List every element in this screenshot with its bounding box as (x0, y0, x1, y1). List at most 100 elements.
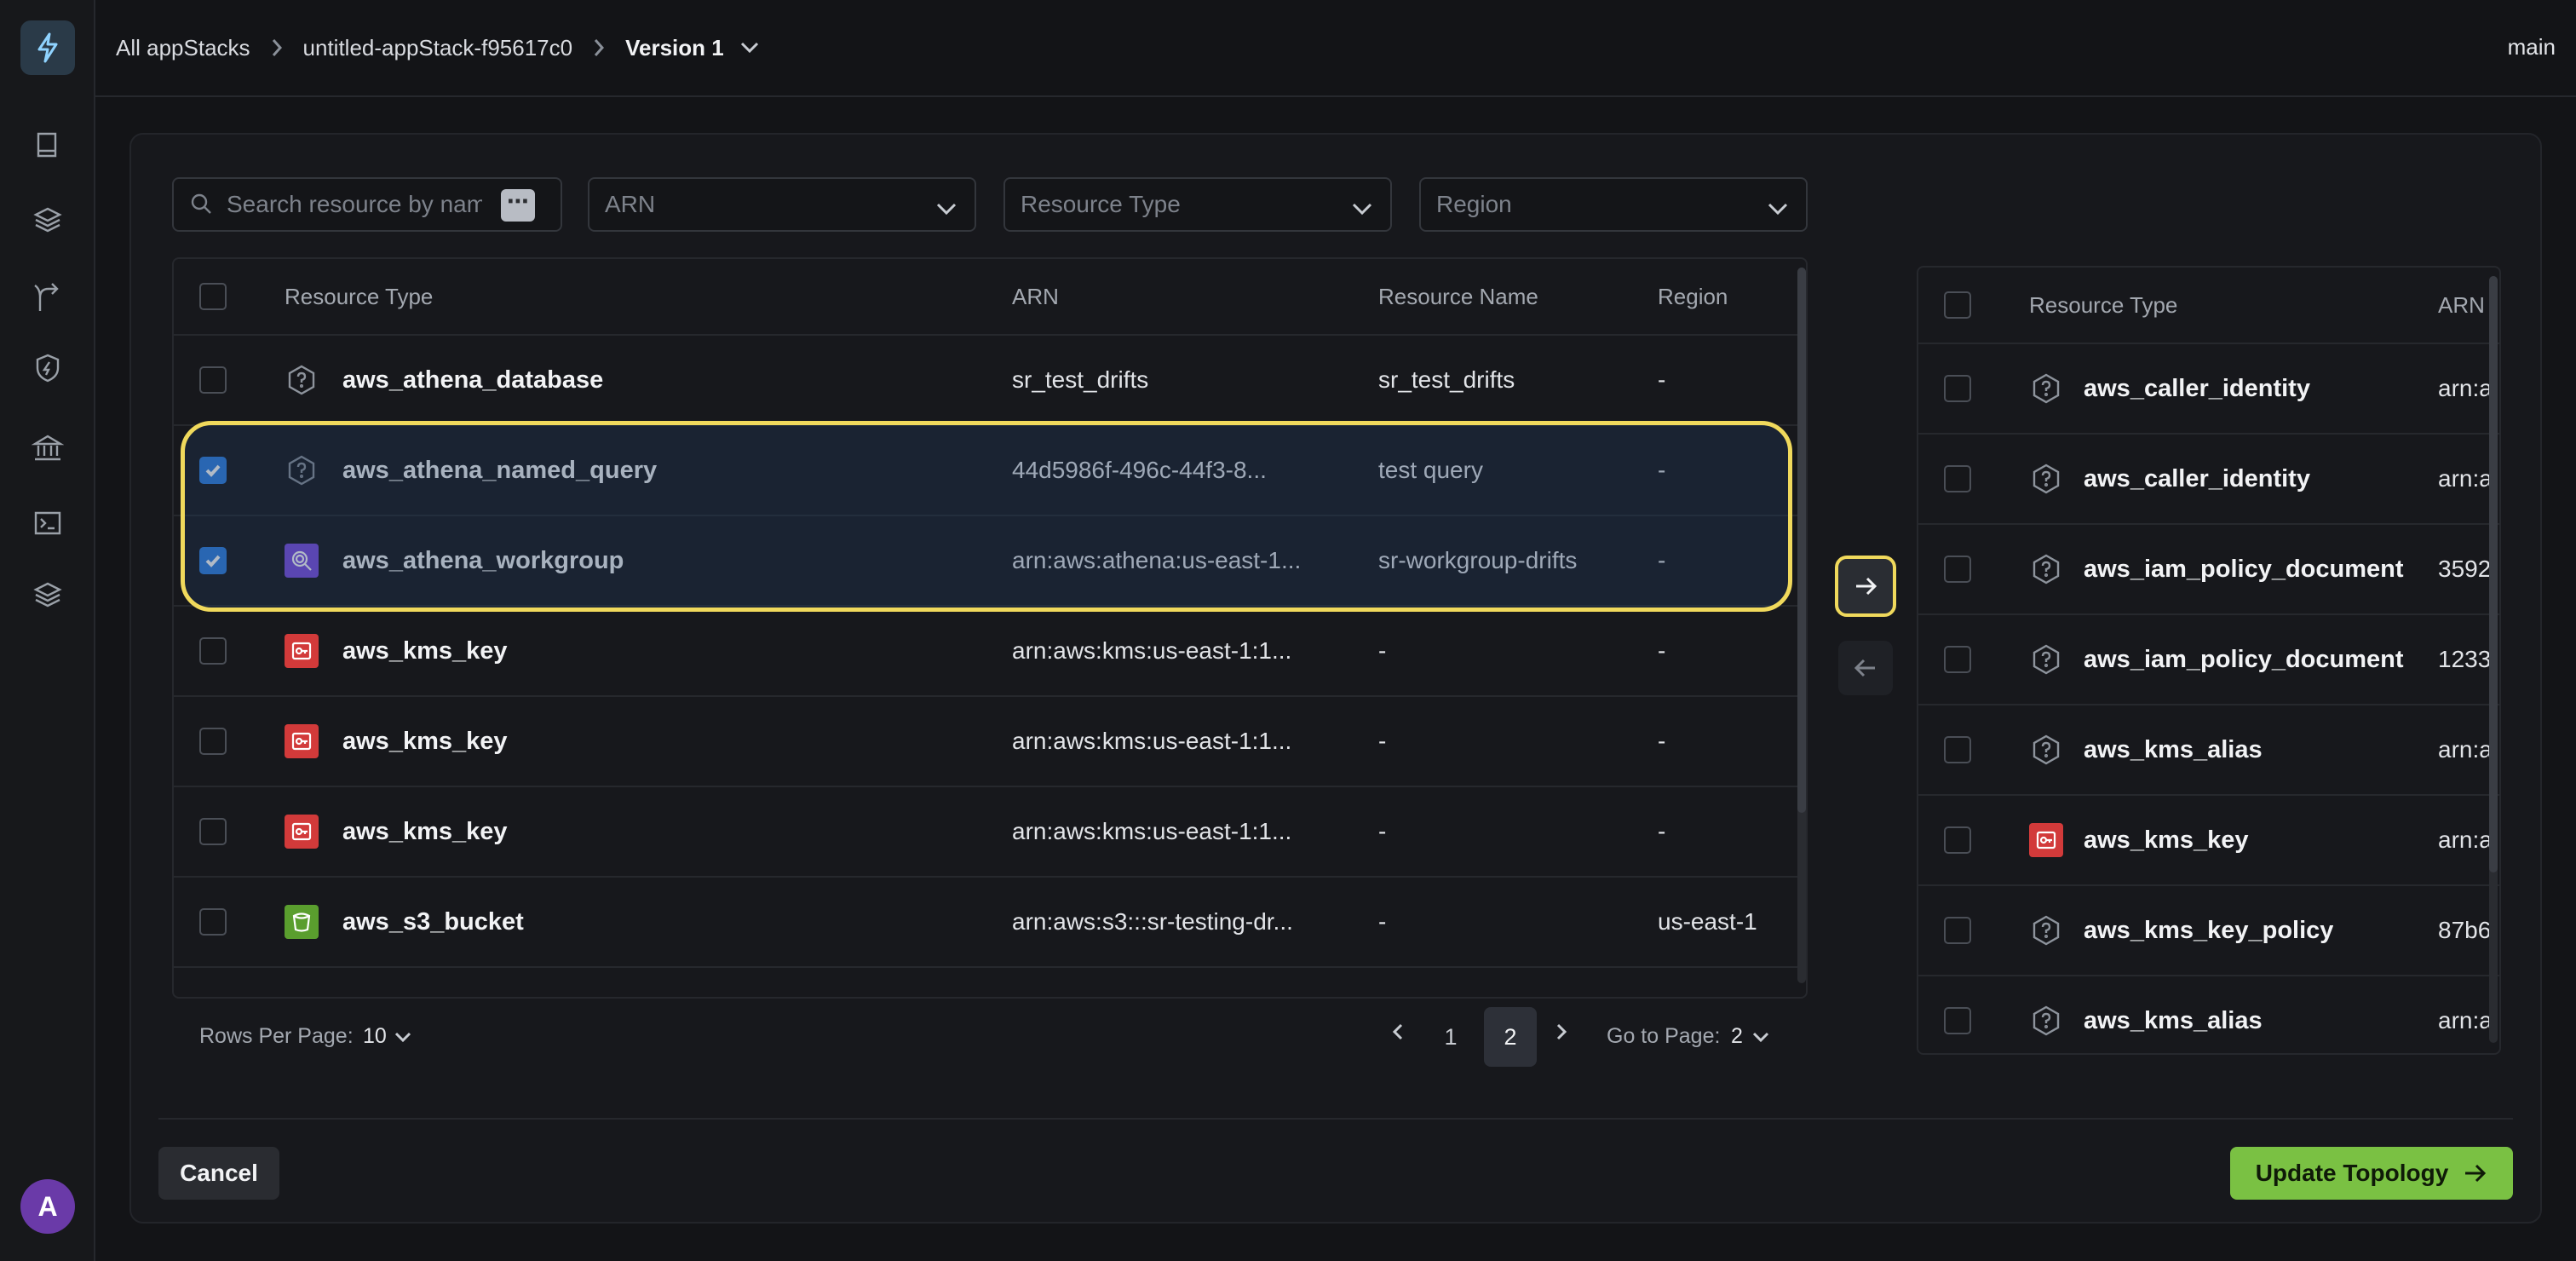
kms-icon (285, 815, 319, 849)
page-2-button[interactable]: 2 (1484, 1007, 1537, 1067)
row-checkbox[interactable] (199, 637, 227, 665)
row-checkbox[interactable] (1944, 465, 1971, 492)
bank-icon[interactable] (31, 431, 65, 465)
rows-per-page-select[interactable]: 10 (363, 1024, 387, 1049)
arrow-left-icon (1854, 659, 1875, 677)
breadcrumb-appstack[interactable]: untitled-appStack-f95617c0 (303, 35, 573, 61)
resource-type-label: aws_caller_identity (2084, 374, 2310, 402)
shield-icon[interactable] (31, 351, 65, 385)
stack-icon[interactable] (31, 578, 65, 612)
scrollbar-thumb[interactable] (1797, 268, 1806, 813)
available-resources-table: Resource Type ARN Resource Name Region a… (172, 257, 1808, 999)
resource-type-label: aws_kms_key_policy (2084, 916, 2334, 944)
table-row[interactable]: aws_kms_key arn:aws:kms:us-east-1:1... - - (174, 697, 1806, 787)
row-checkbox[interactable] (199, 908, 227, 936)
generic-resource-icon (2029, 371, 2063, 406)
row-checkbox[interactable] (199, 457, 227, 484)
chevron-right-icon (593, 37, 605, 58)
table-row[interactable]: aws_s3_bucket arn:aws:s3:::sr-testing-dr.… (174, 878, 1806, 968)
row-checkbox[interactable] (1944, 917, 1971, 944)
go-to-page-select[interactable]: 2 (1731, 1024, 1743, 1049)
table-row[interactable]: aws_kms_key_policy 87b6 (1918, 886, 2499, 976)
arn-cell: 1233 (2438, 646, 2492, 672)
resource-type-cell: aws_kms_key (2029, 796, 2249, 884)
breadcrumb-version[interactable]: Version 1 (625, 35, 724, 61)
resource-type-cell: aws_athena_workgroup (285, 516, 624, 605)
column-header-arn[interactable]: ARN (2438, 268, 2485, 343)
table-row[interactable]: aws_iam_policy_document 1233 (1918, 615, 2499, 705)
row-checkbox[interactable] (1944, 375, 1971, 402)
page-1-button[interactable]: 1 (1424, 1007, 1477, 1067)
next-page-icon[interactable] (1552, 1022, 1571, 1045)
select-all-checkbox[interactable] (199, 283, 227, 310)
arn-cell: arn:aws:athena:us-east-1... (1012, 547, 1302, 573)
footer-divider (158, 1118, 2513, 1120)
table-row[interactable]: aws_kms_alias arn:a (1918, 976, 2499, 1053)
row-checkbox-cell (199, 607, 233, 695)
resource-type-cell: aws_iam_policy_document (2029, 525, 2404, 613)
scrollbar-thumb[interactable] (2489, 276, 2498, 872)
column-header-resource-type[interactable]: Resource Type (285, 259, 433, 334)
remove-selected-button[interactable] (1838, 641, 1893, 695)
table-row[interactable]: aws_caller_identity arn:a (1918, 344, 2499, 435)
more-options-button[interactable]: ⋯ (501, 189, 535, 222)
row-checkbox[interactable] (199, 818, 227, 845)
previous-page-icon[interactable] (1389, 1022, 1407, 1045)
chevron-down-icon[interactable] (739, 39, 760, 56)
resource-type-cell: aws_caller_identity (2029, 344, 2310, 433)
resource-type-label: aws_athena_database (342, 366, 604, 394)
row-checkbox-cell (1944, 435, 1978, 523)
arn-cell: arn:aws:kms:us-east-1:1... (1012, 728, 1292, 754)
branch-label[interactable]: main (2508, 34, 2556, 60)
row-checkbox[interactable] (1944, 1007, 1971, 1034)
row-checkbox[interactable] (1944, 736, 1971, 763)
column-header-region[interactable]: Region (1658, 259, 1728, 334)
column-header-resource-name[interactable]: Resource Name (1378, 259, 1538, 334)
row-checkbox[interactable] (1944, 646, 1971, 673)
column-header-arn[interactable]: ARN (1012, 259, 1059, 334)
resource-name-cell: - (1378, 728, 1387, 754)
region-filter-select[interactable]: Region (1419, 177, 1808, 232)
table-row[interactable]: aws_iam_policy_document 3592 (1918, 525, 2499, 615)
resource-type-filter-select[interactable]: Resource Type (1003, 177, 1392, 232)
table-row[interactable]: aws_athena_workgroup arn:aws:athena:us-ea… (174, 516, 1806, 607)
add-selected-button[interactable] (1835, 556, 1896, 617)
arrow-right-icon (1856, 577, 1877, 596)
chevron-down-icon[interactable] (394, 1028, 412, 1051)
table-row[interactable]: aws_kms_key arn:aws:kms:us-east-1:1... - - (174, 607, 1806, 697)
app-logo[interactable] (20, 20, 75, 75)
breadcrumb-all-appstacks[interactable]: All appStacks (116, 35, 250, 61)
table-row[interactable]: aws_athena_named_query 44d5986f-496c-44f3… (174, 426, 1806, 516)
table-row[interactable]: aws_kms_key arn:a (1918, 796, 2499, 886)
resource-type-cell: aws_kms_alias (2029, 705, 2263, 794)
book-icon[interactable] (31, 128, 65, 162)
selected-resources-table: Resource Type ARN aws_caller_identity arn… (1917, 266, 2501, 1055)
update-topology-button[interactable]: Update Topology (2230, 1147, 2513, 1200)
row-checkbox[interactable] (199, 366, 227, 394)
arn-filter-select[interactable]: ARN (588, 177, 976, 232)
arn-cell: arn:a (2438, 465, 2493, 492)
row-checkbox[interactable] (199, 547, 227, 574)
table-row[interactable]: aws_athena_database sr_test_drifts sr_test… (174, 336, 1806, 426)
row-checkbox[interactable] (199, 728, 227, 755)
resource-name-cell: - (1378, 908, 1387, 935)
row-checkbox-cell (1944, 525, 1978, 613)
row-checkbox[interactable] (1944, 826, 1971, 854)
terminal-icon[interactable] (31, 506, 65, 540)
row-checkbox[interactable] (1944, 556, 1971, 583)
branch-icon[interactable] (31, 281, 65, 315)
column-header-resource-type[interactable]: Resource Type (2029, 268, 2177, 343)
chevron-down-icon (935, 196, 957, 216)
user-avatar[interactable]: A (20, 1179, 75, 1234)
layers-icon[interactable] (31, 203, 65, 237)
arn-cell: 3592 (2438, 556, 2492, 582)
table-row[interactable]: aws_kms_key arn:aws:kms:us-east-1:1... - - (174, 787, 1806, 878)
search-input[interactable]: Search resource by name ⋯ (172, 177, 562, 232)
cancel-button[interactable]: Cancel (158, 1147, 279, 1200)
select-all-checkbox[interactable] (1944, 291, 1971, 319)
table-row[interactable]: aws_kms_alias arn:a (1918, 705, 2499, 796)
table-row[interactable]: aws_caller_identity arn:a (1918, 435, 2499, 525)
table-header-row: Resource Type ARN Resource Name Region (174, 259, 1806, 336)
generic-resource-icon (285, 453, 319, 487)
chevron-down-icon[interactable] (1751, 1028, 1770, 1051)
